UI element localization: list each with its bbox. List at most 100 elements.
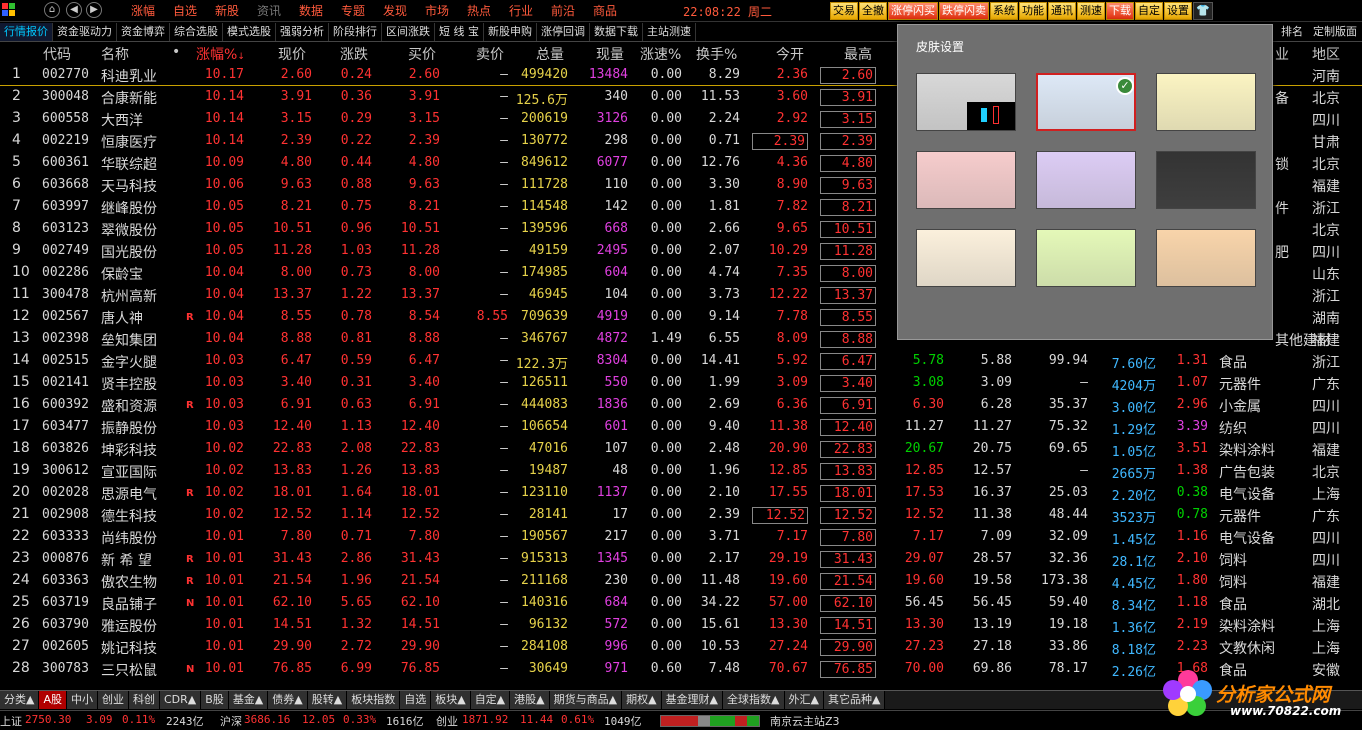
menu-item-7[interactable]: 市场 xyxy=(416,2,458,20)
subtab-10[interactable]: 涨停回调 xyxy=(537,23,590,41)
skin-swatch-1[interactable]: ✓ xyxy=(1036,73,1136,131)
market-tab-5[interactable]: CDR▲ xyxy=(160,691,202,709)
toolbar-button-7[interactable]: 测速 xyxy=(1077,2,1105,20)
market-tab-14[interactable]: 港股▲ xyxy=(510,691,550,709)
subtab-4[interactable]: 模式选股 xyxy=(223,23,276,41)
subtab-9[interactable]: 新股申购 xyxy=(484,23,537,41)
subtab-7[interactable]: 区间涨跌 xyxy=(382,23,435,41)
col-code[interactable]: 代码 xyxy=(43,44,71,64)
col-turnover[interactable]: 换手% xyxy=(696,44,737,64)
table-row[interactable]: 23 000876 新 希 望 R 10.01 31.43 2.86 31.43–915313… xyxy=(0,548,1362,570)
skin-swatch-0[interactable] xyxy=(916,73,1016,131)
stock-name[interactable]: 新 希 望 xyxy=(101,550,152,570)
market-tab-3[interactable]: 创业 xyxy=(98,691,129,709)
sh-index[interactable]: 2750.30 xyxy=(25,713,71,726)
stock-name[interactable]: 盛和资源 xyxy=(101,396,157,416)
col-buy[interactable]: 买价 xyxy=(408,44,436,64)
col-change[interactable]: 涨跌 xyxy=(340,44,368,64)
subtab-6[interactable]: 阶段排行 xyxy=(329,23,382,41)
forward-icon[interactable]: ▶ xyxy=(86,2,102,18)
skin-swatch-4[interactable] xyxy=(1036,151,1136,209)
table-row[interactable]: 16 600392 盛和资源 R 10.03 6.91 0.63 6.91–444083 183… xyxy=(0,394,1362,416)
stock-name[interactable]: 翠微股份 xyxy=(101,220,157,240)
skin-swatch-7[interactable] xyxy=(1036,229,1136,287)
skin-swatch-6[interactable] xyxy=(916,229,1016,287)
stock-name[interactable]: 金字火腿 xyxy=(101,352,157,372)
col-cur-vol[interactable]: 现量 xyxy=(596,44,624,64)
subtab-12[interactable]: 主站测速 xyxy=(643,23,696,41)
skin-swatch-3[interactable] xyxy=(916,151,1016,209)
table-row[interactable]: 25 603719 良品铺子 N 10.01 62.10 5.65 62.10–140316 6… xyxy=(0,592,1362,614)
subtab-1[interactable]: 资金驱动力 xyxy=(53,23,117,41)
table-row[interactable]: 18 603826 坤彩科技 10.02 22.83 2.08 22.83 – 47016 107… xyxy=(0,438,1362,460)
subtab-2[interactable]: 资金博弈 xyxy=(117,23,170,41)
home-icon[interactable]: ⌂ xyxy=(44,2,60,18)
hs-index[interactable]: 3686.16 xyxy=(244,713,290,726)
col-price[interactable]: 现价 xyxy=(278,44,306,64)
subtab-0[interactable]: 行情报价 xyxy=(0,23,53,41)
col-speed[interactable]: 涨速% xyxy=(640,44,681,64)
subtab-3[interactable]: 综合选股 xyxy=(170,23,223,41)
col-volume[interactable]: 总量 xyxy=(536,44,564,64)
subtab-5[interactable]: 强弱分析 xyxy=(276,23,329,41)
menu-item-8[interactable]: 热点 xyxy=(458,2,500,20)
table-row[interactable]: 17 603477 振静股份 10.03 12.40 1.13 12.40 –106654 60… xyxy=(0,416,1362,438)
market-tab-10[interactable]: 板块指数 xyxy=(347,691,401,709)
market-tab-12[interactable]: 板块▲ xyxy=(431,691,471,709)
stock-name[interactable]: 坤彩科技 xyxy=(101,440,157,460)
toolbar-button-9[interactable]: 自定 xyxy=(1135,2,1163,20)
stock-name[interactable]: 德生科技 xyxy=(101,506,157,526)
toolbar-button-0[interactable]: 交易 xyxy=(830,2,858,20)
back-icon[interactable]: ◀ xyxy=(66,2,82,18)
market-tab-8[interactable]: 债券▲ xyxy=(268,691,308,709)
toolbar-button-6[interactable]: 通讯 xyxy=(1048,2,1076,20)
market-tab-7[interactable]: 基金▲ xyxy=(228,691,269,709)
market-tab-11[interactable]: 自选 xyxy=(400,691,432,709)
table-row[interactable]: 21 002908 德生科技 10.02 12.52 1.14 12.52 – 28141 17 0… xyxy=(0,504,1362,526)
market-tab-6[interactable]: B股 xyxy=(201,691,229,709)
stock-name[interactable]: 科迪乳业 xyxy=(101,66,157,86)
menu-item-9[interactable]: 行业 xyxy=(500,2,542,20)
skin-swatch-5[interactable] xyxy=(1156,151,1256,209)
stock-name[interactable]: 傲农生物 xyxy=(101,572,157,592)
subtab-right-0[interactable]: 排名 xyxy=(1276,23,1308,42)
stock-name[interactable]: 保龄宝 xyxy=(101,264,143,284)
market-tab-19[interactable]: 外汇▲ xyxy=(784,691,824,709)
toolbar-button-1[interactable]: 全撤 xyxy=(859,2,887,20)
skin-swatch-8[interactable] xyxy=(1156,229,1256,287)
server-name[interactable]: 南京云主站Z3 xyxy=(770,713,840,729)
stock-name[interactable]: 杭州高新 xyxy=(101,286,157,306)
menu-item-11[interactable]: 商品 xyxy=(584,2,626,20)
market-tab-13[interactable]: 自定▲ xyxy=(470,691,511,709)
market-tab-0[interactable]: 分类▲ xyxy=(0,691,40,709)
table-row[interactable]: 19 300612 宣亚国际 10.02 13.83 1.26 13.83 – 19487 48 0… xyxy=(0,460,1362,482)
toolbar-button-4[interactable]: 系统 xyxy=(990,2,1018,20)
subtab-11[interactable]: 数据下载 xyxy=(590,23,643,41)
table-row[interactable]: 20 002028 思源电气 R 10.02 18.01 1.64 18.01–123110 1… xyxy=(0,482,1362,504)
table-row[interactable]: 26 603790 雅运股份 10.01 14.51 1.32 14.51 – 96132 572… xyxy=(0,614,1362,636)
toolbar-button-5[interactable]: 功能 xyxy=(1019,2,1047,20)
stock-name[interactable]: 三只松鼠 xyxy=(101,660,157,680)
col-name[interactable]: 名称 xyxy=(101,44,129,64)
skin-swatch-2[interactable] xyxy=(1156,73,1256,131)
stock-name[interactable]: 姚记科技 xyxy=(101,638,157,658)
stock-name[interactable]: 良品铺子 xyxy=(101,594,157,614)
stock-name[interactable]: 思源电气 xyxy=(101,484,157,504)
stock-name[interactable]: 合康新能 xyxy=(101,88,157,108)
market-tab-18[interactable]: 全球指数▲ xyxy=(723,691,785,709)
market-tab-1[interactable]: A股 xyxy=(39,691,67,709)
skin-shirt-icon[interactable]: 👕 xyxy=(1193,2,1213,20)
stock-name[interactable]: 尚纬股份 xyxy=(101,528,157,548)
cy-index[interactable]: 1871.92 xyxy=(462,713,508,726)
table-row[interactable]: 15 002141 贤丰控股 10.03 3.40 0.31 3.40–126511 550 0… xyxy=(0,372,1362,394)
market-tab-15[interactable]: 期货与商品▲ xyxy=(549,691,623,709)
menu-item-2[interactable]: 新股 xyxy=(206,2,248,20)
market-tab-17[interactable]: 基金理财▲ xyxy=(661,691,724,709)
menu-item-6[interactable]: 发现 xyxy=(374,2,416,20)
market-tab-20[interactable]: 其它品种▲ xyxy=(823,691,886,709)
stock-name[interactable]: 雅运股份 xyxy=(101,616,157,636)
stock-name[interactable]: 恒康医疗 xyxy=(101,132,157,152)
toolbar-button-10[interactable]: 设置 xyxy=(1164,2,1192,20)
stock-name[interactable]: 宣亚国际 xyxy=(101,462,157,482)
menu-item-4[interactable]: 数据 xyxy=(290,2,332,20)
